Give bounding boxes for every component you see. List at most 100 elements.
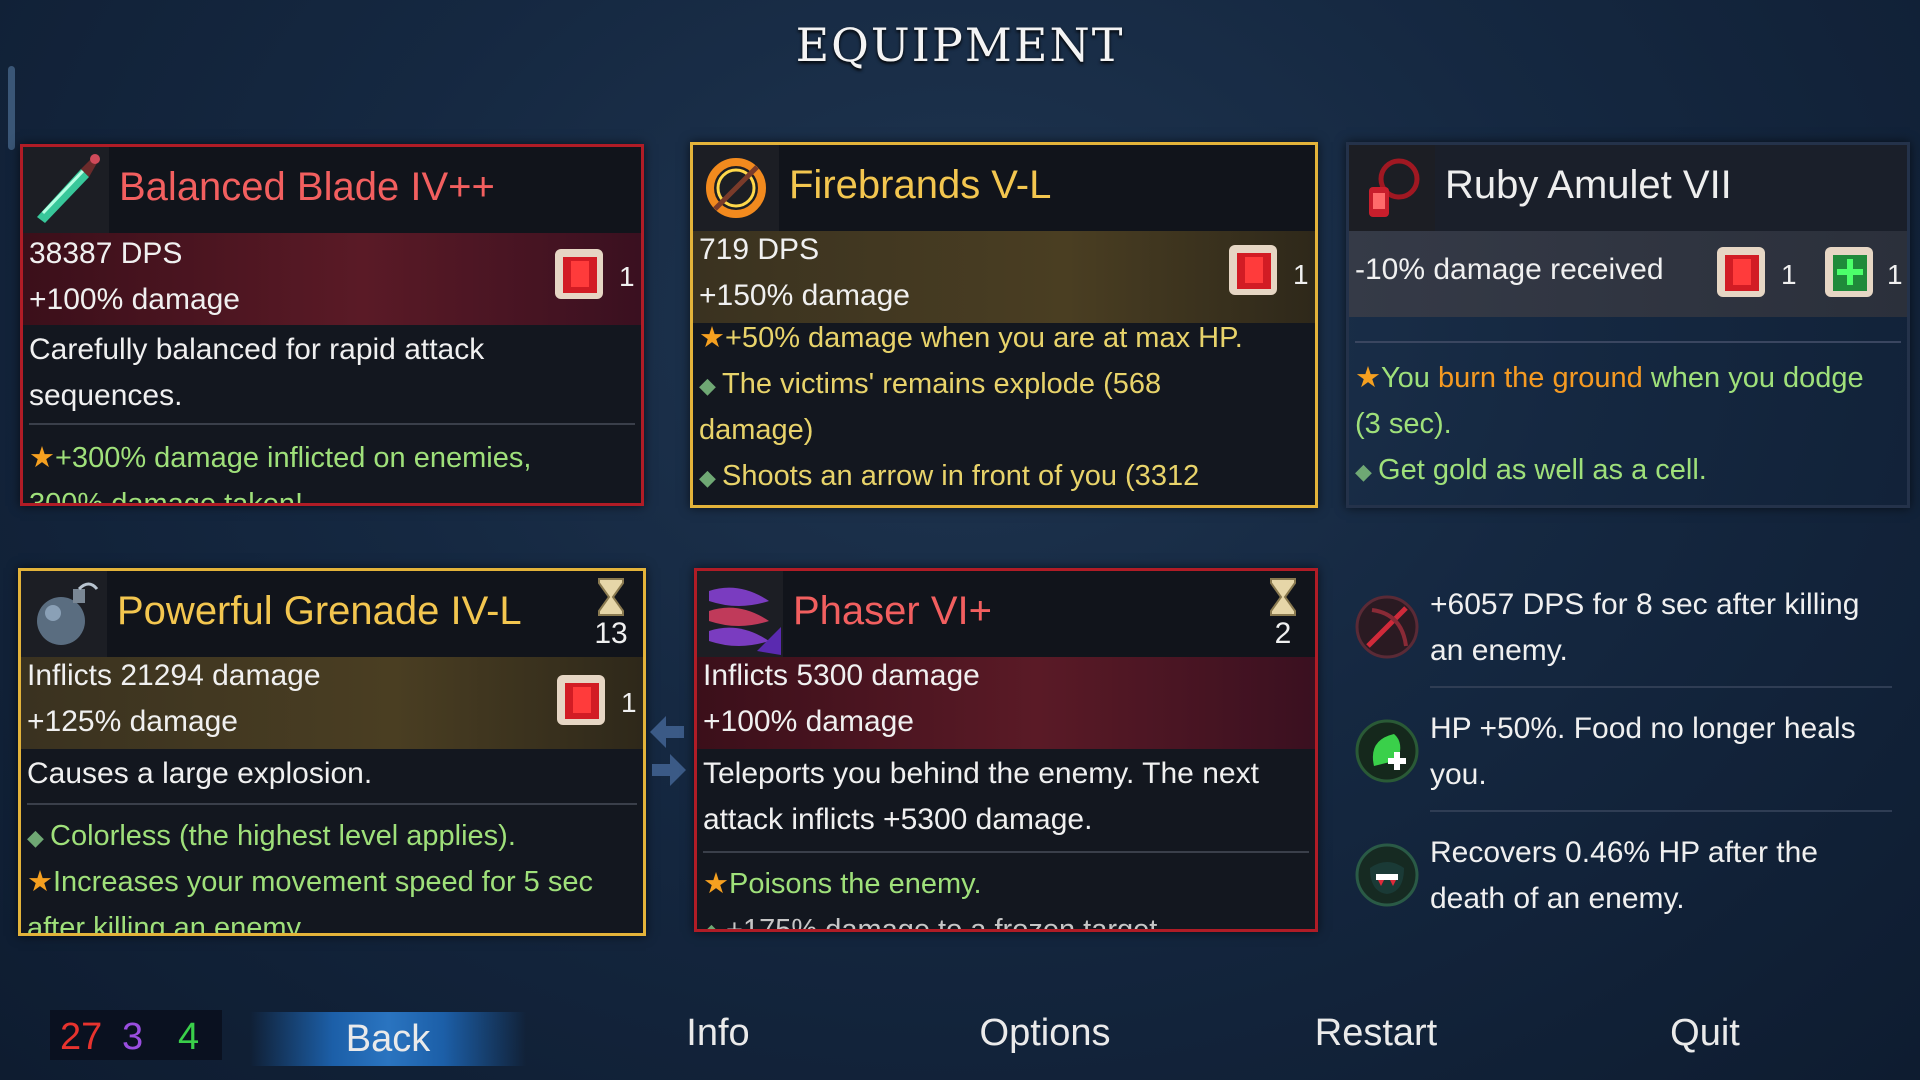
sword-icon — [23, 147, 109, 233]
effect-line: ★Poisons the enemy. — [703, 868, 982, 900]
damage-bonus: +100% damage — [29, 283, 240, 316]
star-icon: ★ — [27, 866, 53, 898]
effect-line: ◆ +175% damage to a frozen target. — [703, 907, 1165, 932]
mutation-entry[interactable]: HP +50%. Food no longer heals you. — [1352, 706, 1892, 812]
star-icon: ★ — [699, 322, 725, 354]
diamond-icon: ◆ — [699, 465, 723, 490]
effect-line: ★Increases your movement speed for 5 sec — [27, 866, 593, 898]
effect-line: ★You burn the ground when you dodge — [1355, 362, 1864, 394]
amulet-icon — [1349, 145, 1435, 231]
diamond-icon: ◆ — [703, 919, 727, 932]
effect-line: ★+300% damage inflicted on enemies, — [29, 442, 532, 474]
item-name: Phaser VI+ — [793, 589, 993, 633]
star-icon: ★ — [29, 442, 55, 474]
stats-band: Inflicts 5300 damage +100% damage — [697, 657, 1315, 749]
effect-line: ◆ Get gold as well as a cell. — [1355, 454, 1707, 486]
scrollbar-handle[interactable] — [8, 66, 15, 150]
diamond-icon: ◆ — [1355, 459, 1379, 484]
cooldown-seconds: 13 — [594, 617, 628, 650]
item-description-line1: Teleports you behind the enemy. The next — [703, 757, 1259, 790]
item-name: Firebrands V-L — [789, 163, 1052, 207]
restart-button[interactable]: Restart — [1296, 1012, 1456, 1055]
mutation-text: +6057 DPS for 8 sec after killing an enem… — [1430, 588, 1860, 667]
fire-bow-icon — [693, 145, 779, 231]
effect-line: 300% damage taken! — [29, 488, 304, 506]
item-description-line1: Carefully balanced for rapid attack — [29, 333, 485, 366]
quit-button[interactable]: Quit — [1630, 1012, 1780, 1055]
damage-bonus: +100% damage — [703, 705, 914, 738]
food-mutation-icon — [1352, 716, 1422, 786]
brutality-scroll-icon — [549, 243, 611, 305]
divider — [27, 803, 637, 805]
brutality-count: 27 — [60, 1016, 103, 1058]
mutation-entry[interactable]: +6057 DPS for 8 sec after killing an enem… — [1352, 582, 1892, 688]
amulet-card-ruby[interactable]: Ruby Amulet VII -10% damage received 1 1… — [1346, 142, 1910, 508]
dps-value: 719 DPS — [699, 233, 820, 266]
item-description: Causes a large explosion. — [27, 757, 373, 790]
cooldown-indicator: 13 — [591, 577, 631, 651]
options-button[interactable]: Options — [960, 1012, 1130, 1055]
brutality-scroll-icon — [551, 669, 613, 731]
scroll-count: 1 — [1781, 259, 1797, 290]
skill-card-grenade[interactable]: Powerful Grenade IV-L 13 Inflicts 21294 … — [18, 568, 646, 936]
damage-bonus: +125% damage — [27, 705, 238, 738]
weapon-card-balanced-blade[interactable]: Balanced Blade IV++ 38387 DPS +100% dama… — [20, 144, 644, 506]
page-title: EQUIPMENT — [795, 18, 1125, 72]
scroll-count: 1 — [621, 687, 637, 718]
item-description-line2: attack inflicts +5300 damage. — [703, 803, 1093, 836]
back-button[interactable]: Back — [250, 1012, 526, 1066]
survival-count: 4 — [178, 1016, 200, 1058]
phaser-icon — [697, 571, 783, 657]
stats-band: 719 DPS +150% damage 1 — [693, 231, 1315, 323]
hourglass-icon — [598, 578, 624, 616]
weapon-card-firebrands[interactable]: Firebrands V-L 719 DPS +150% damage 1 ★+… — [690, 142, 1318, 508]
cooldown-indicator: 2 — [1263, 577, 1303, 651]
divider — [703, 851, 1309, 853]
bottom-menu-bar: 27 3 4 Back Info Options Restart Quit — [0, 1000, 1920, 1080]
stats-band: Inflicts 21294 damage +125% damage 1 — [21, 657, 643, 749]
damage-reduction: -10% damage received — [1355, 253, 1664, 286]
info-button[interactable]: Info — [640, 1012, 796, 1055]
swap-skills-icon[interactable] — [648, 712, 688, 792]
item-name: Balanced Blade IV++ — [119, 165, 495, 209]
effect-line: damage) — [699, 414, 814, 446]
stats-band: -10% damage received 1 1 — [1349, 231, 1907, 317]
star-icon: ★ — [703, 868, 729, 900]
diamond-icon: ◆ — [699, 373, 723, 398]
mutation-text: HP +50%. Food no longer heals you. — [1430, 712, 1856, 791]
divider — [1430, 810, 1892, 812]
brutality-scroll-icon — [1711, 241, 1773, 303]
stat-counters: 27 3 4 — [50, 1010, 222, 1060]
stats-band: 38387 DPS +100% damage 1 — [23, 233, 641, 325]
cooldown-seconds: 2 — [1274, 617, 1292, 650]
mutation-entry[interactable]: Recovers 0.46% HP after the death of an e… — [1352, 830, 1892, 930]
effect-line: ◆ Shoots an arrow in front of you (3312 — [699, 460, 1200, 492]
star-icon: ★ — [1355, 362, 1381, 394]
damage-value: Inflicts 5300 damage — [703, 659, 980, 692]
scroll-count: 1 — [619, 261, 635, 292]
mutation-text: Recovers 0.46% HP after the death of an e… — [1430, 836, 1818, 915]
effect-line: ★+50% damage when you are at max HP. — [699, 322, 1243, 354]
grenade-icon — [21, 571, 107, 657]
hourglass-icon — [1270, 578, 1296, 616]
dps-value: 38387 DPS — [29, 237, 183, 270]
divider — [1430, 686, 1892, 688]
item-description-line2: sequences. — [29, 379, 183, 412]
damage-value: Inflicts 21294 damage — [27, 659, 321, 692]
item-name: Powerful Grenade IV-L — [117, 589, 522, 633]
skill-card-phaser[interactable]: Phaser VI+ 2 Inflicts 5300 damage +100% … — [694, 568, 1318, 932]
tactics-count: 3 — [122, 1016, 144, 1058]
vampire-mutation-icon — [1352, 840, 1422, 910]
brutality-scroll-icon — [1223, 239, 1285, 301]
scroll-count: 1 — [1293, 259, 1309, 290]
effect-line: after killing an enemy. — [27, 912, 307, 936]
diamond-icon: ◆ — [27, 825, 51, 850]
effect-line: (3 sec). — [1355, 408, 1452, 440]
item-name: Ruby Amulet VII — [1445, 163, 1732, 207]
card-header — [697, 571, 1315, 657]
bow-mutation-icon — [1352, 592, 1422, 662]
damage-bonus: +150% damage — [699, 279, 910, 312]
divider — [1355, 341, 1901, 343]
divider — [29, 423, 635, 425]
effect-line: ◆ The victims' remains explode (568 — [699, 368, 1162, 400]
